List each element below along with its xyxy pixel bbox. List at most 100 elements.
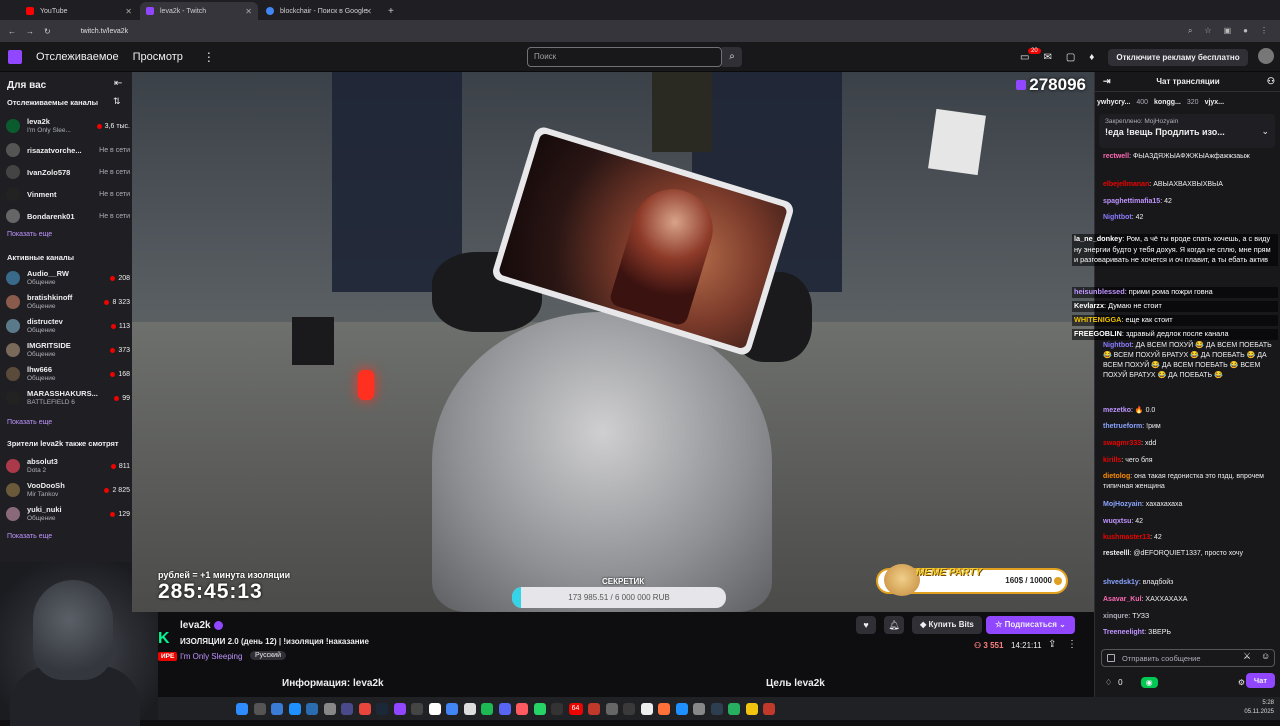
app-icon[interactable] <box>675 702 688 715</box>
game-icon[interactable]: ◉ <box>1140 676 1158 688</box>
sidebar-item-absolut3[interactable]: absolut3 Dota 2 811 <box>6 455 130 477</box>
app-icon[interactable] <box>745 702 758 715</box>
app-icon[interactable] <box>588 702 600 715</box>
search-icon[interactable]: ⌕ <box>722 47 742 67</box>
user-avatar[interactable] <box>1258 48 1274 64</box>
sidebar-item-distructev[interactable]: distructev Общение 113 <box>6 315 130 337</box>
share-icon[interactable]: ⇪ <box>1048 639 1056 650</box>
show-more-link[interactable]: Показать еще <box>7 231 52 238</box>
show-more-link[interactable]: Показать еще <box>7 533 52 540</box>
search-icon[interactable] <box>253 702 266 715</box>
pinned-message[interactable]: Закреплено: MojHozyain !еда !вещь Продли… <box>1099 114 1275 148</box>
taskbar-clock[interactable]: 5:28 05.11.2025 <box>1244 699 1274 717</box>
sidebar-item-vinment[interactable]: Vinment Не в сети <box>6 183 130 205</box>
collapse-icon[interactable]: ⇤ <box>114 78 122 89</box>
close-icon[interactable]: ✕ <box>125 7 132 16</box>
sidebar-item-risazatvorche[interactable]: risazatvorche... Не в сети <box>6 139 130 161</box>
app-icon[interactable] <box>693 702 705 715</box>
app-icon[interactable] <box>763 702 775 715</box>
app-icon[interactable] <box>428 702 441 715</box>
sidebar-item-ivanzolo[interactable]: IvanZolo578 Не в сети <box>6 161 130 183</box>
chrome-icon[interactable] <box>446 702 458 715</box>
sidebar-item-voodoosh[interactable]: VooDooSh Mir Tankov 2 825 <box>6 479 130 501</box>
settings-icon[interactable]: ⚙ <box>1238 678 1245 687</box>
sidebar-item-lhw666[interactable]: lhw666 Общение 168 <box>6 363 130 385</box>
sidebar-item-leva2k[interactable]: leva2k I'm Only Slee... 3,6 тыс. <box>6 115 130 137</box>
reload-icon[interactable]: ↻ <box>44 27 51 36</box>
gifter-name[interactable]: ywhycry... <box>1097 99 1130 106</box>
subscribe-button[interactable]: ☆ Подписаться ⌄ <box>986 616 1075 634</box>
sidebar-item-marasshakurs[interactable]: MARASSHAKURS... BATTLEFIELD 6 99 <box>6 387 130 409</box>
buy-bits-button[interactable]: ◆ Купить Bits <box>912 616 982 634</box>
app-icon[interactable] <box>463 702 476 715</box>
bell-icon[interactable]: 🔔︎ <box>884 616 904 634</box>
sidebar-item-bratishkinoff[interactable]: bratishkinoff Общение 8 323 <box>6 291 130 313</box>
spotify-icon[interactable] <box>481 702 493 715</box>
users-icon[interactable]: ⚇ <box>1267 76 1275 87</box>
firefox-icon[interactable] <box>658 702 670 715</box>
mod-icon[interactable]: ⚔ <box>1243 651 1251 662</box>
sidebar-item-imgritside[interactable]: IMGRITSIDE Общение 373 <box>6 339 130 361</box>
chevron-down-icon[interactable]: ⌄ <box>1261 126 1269 137</box>
app-icon[interactable] <box>411 702 423 715</box>
whatsapp-icon[interactable] <box>533 702 546 715</box>
close-icon[interactable]: ✕ <box>245 7 252 16</box>
inbox-icon[interactable]: ✉ <box>1043 52 1051 63</box>
crown-icon[interactable]: ♦ <box>1089 52 1094 63</box>
close-icon[interactable]: ✕ <box>365 7 372 16</box>
app-icon[interactable] <box>306 702 318 715</box>
sidebar-item-yuki-nuki[interactable]: yuki_nuki Общение 129 <box>6 503 130 525</box>
emote-icon[interactable]: ☺ <box>1261 651 1270 661</box>
twitch-icon[interactable] <box>393 702 406 715</box>
steam-icon[interactable] <box>376 702 388 715</box>
app-icon[interactable] <box>640 702 653 715</box>
twitch-logo-icon[interactable] <box>8 49 22 64</box>
app-icon[interactable] <box>710 702 723 715</box>
channel-name[interactable]: leva2k <box>180 620 211 631</box>
extension-icon[interactable]: ▣ <box>1224 26 1232 36</box>
channel-points-icon[interactable]: ♢ <box>1105 678 1112 687</box>
gifter-name[interactable]: vjyx... <box>1205 99 1224 106</box>
app-icon[interactable] <box>605 702 618 715</box>
notifications-icon[interactable]: ▭ 20 <box>1020 47 1041 63</box>
collapse-chat-icon[interactable]: ⇥ <box>1103 76 1111 87</box>
category-link[interactable]: I'm Only Sleeping <box>180 652 242 661</box>
tab-twitch[interactable]: leva2k - Twitch ✕ <box>140 2 258 20</box>
chat-box-icon[interactable] <box>1107 654 1115 662</box>
zoom-icon[interactable]: ⌕ <box>1188 26 1192 36</box>
app-icon[interactable] <box>516 702 528 715</box>
ad-free-button[interactable]: Отключите рекламу бесплатно <box>1108 48 1248 66</box>
tab-google[interactable]: blockchair - Поиск в Google ✕ <box>260 2 378 20</box>
app-icon[interactable] <box>728 702 740 715</box>
start-icon[interactable] <box>236 702 248 715</box>
language-tag[interactable]: Русский <box>250 651 286 660</box>
app-icon[interactable] <box>551 702 563 715</box>
sidebar-item-bondarenk[interactable]: Bondarenk01 Не в сети <box>6 205 130 227</box>
app-icon[interactable] <box>271 702 283 715</box>
whispers-icon[interactable]: ▢ <box>1066 52 1075 63</box>
tab-youtube[interactable]: YouTube ✕ <box>20 2 138 20</box>
star-icon[interactable]: ☆ <box>1204 26 1211 36</box>
app-icon[interactable] <box>323 702 336 715</box>
follow-heart-icon[interactable]: ♥ <box>856 616 876 634</box>
nav-following[interactable]: Отслеживаемое <box>36 51 119 63</box>
app-badge-icon[interactable]: 64 <box>568 702 583 715</box>
app-icon[interactable] <box>623 702 635 715</box>
video-player[interactable]: 278096 рублей = +1 минута изоляции 285:4… <box>132 72 1094 612</box>
nav-browse[interactable]: Просмотр <box>133 51 183 63</box>
url-field[interactable]: twitch.tv/leva2k <box>81 28 128 35</box>
more-icon[interactable]: ⋮ <box>203 50 215 64</box>
app-icon[interactable] <box>341 702 353 715</box>
more-options-icon[interactable]: ⋮ <box>1067 639 1077 650</box>
profile-icon[interactable]: ● <box>1243 26 1248 36</box>
search-input[interactable]: Поиск <box>527 47 722 67</box>
channel-logo-icon[interactable]: K <box>158 630 174 652</box>
discord-icon[interactable] <box>498 702 511 715</box>
show-more-link[interactable]: Показать еще <box>7 419 52 426</box>
forward-icon[interactable]: → <box>26 27 34 36</box>
gifter-name[interactable]: kongg... <box>1154 99 1181 106</box>
browser-icon[interactable] <box>358 702 371 715</box>
chat-send-button[interactable]: Чат <box>1245 673 1275 688</box>
menu-icon[interactable]: ⋮ <box>1260 26 1268 36</box>
sort-icon[interactable]: ⇅ <box>113 96 121 107</box>
